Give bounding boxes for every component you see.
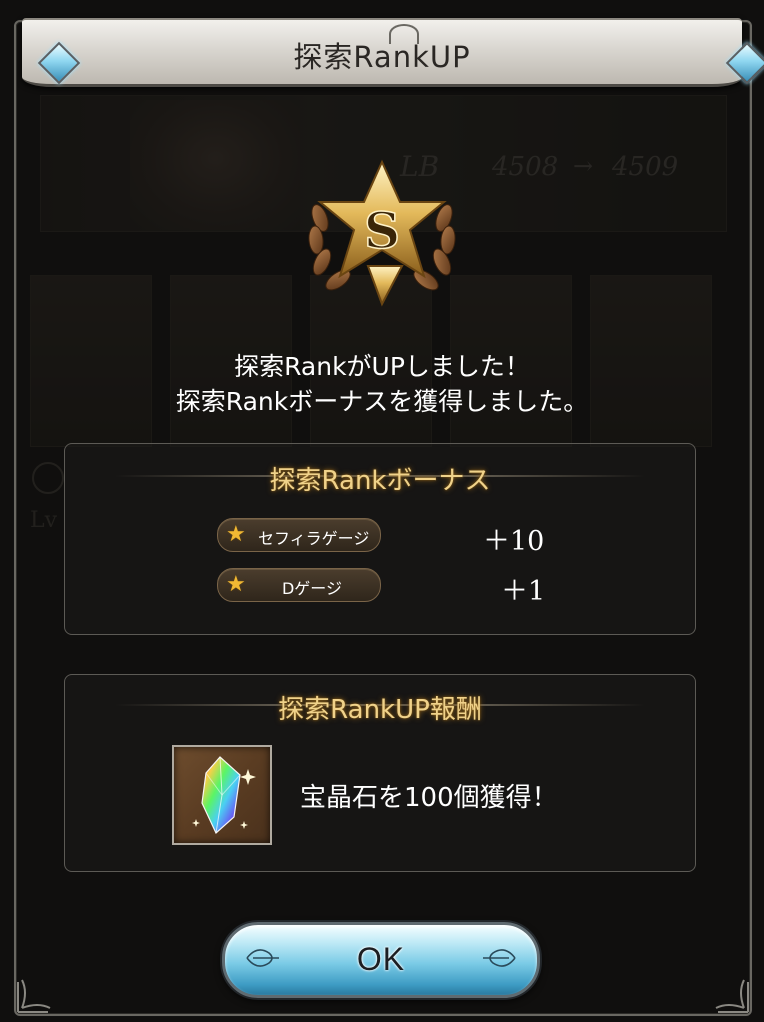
rainbow-crystal-icon	[192, 756, 256, 834]
d-gauge-badge: ★ Dゲージ	[217, 568, 381, 602]
s-rank-badge-icon: S	[308, 159, 456, 307]
bonus-item-value: ＋1	[501, 576, 546, 607]
rank-bonus-panel: 探索Rankボーナス ★ セフィラゲージ ＋10 ★ Dゲージ ＋1	[64, 443, 696, 635]
reward-item-frame	[172, 745, 272, 845]
frame-corner-ornament	[17, 979, 51, 1013]
frame-corner-ornament	[715, 979, 749, 1013]
rank-up-message: 探索RankがUPしました！	[234, 352, 530, 381]
rank-bonus-heading: 探索Rankボーナス	[269, 466, 491, 496]
bonus-item-label: Dゲージ	[281, 579, 342, 598]
reward-description: 宝晶石を100個獲得！	[300, 783, 558, 813]
reward-heading: 探索RankUP報酬	[278, 695, 482, 725]
dialog-title: 探索RankUP	[293, 40, 471, 74]
ok-button[interactable]: OK	[222, 922, 540, 998]
dialog-title-bar: 探索RankUP	[22, 18, 764, 87]
star-icon: ★	[226, 522, 246, 547]
bonus-item-label: セフィラゲージ	[258, 529, 370, 548]
star-icon: ★	[226, 572, 246, 597]
bonus-acquired-message: 探索Rankボーナスを獲得しました。	[175, 387, 589, 416]
sephira-gauge-badge: ★ セフィラゲージ	[217, 518, 381, 552]
ok-button-label: OK	[356, 941, 406, 977]
badge-letter: S	[364, 201, 400, 260]
bonus-item-value: ＋10	[483, 526, 545, 557]
rank-up-reward-panel: 探索RankUP報酬 宝晶石を100個獲得！	[64, 674, 696, 872]
